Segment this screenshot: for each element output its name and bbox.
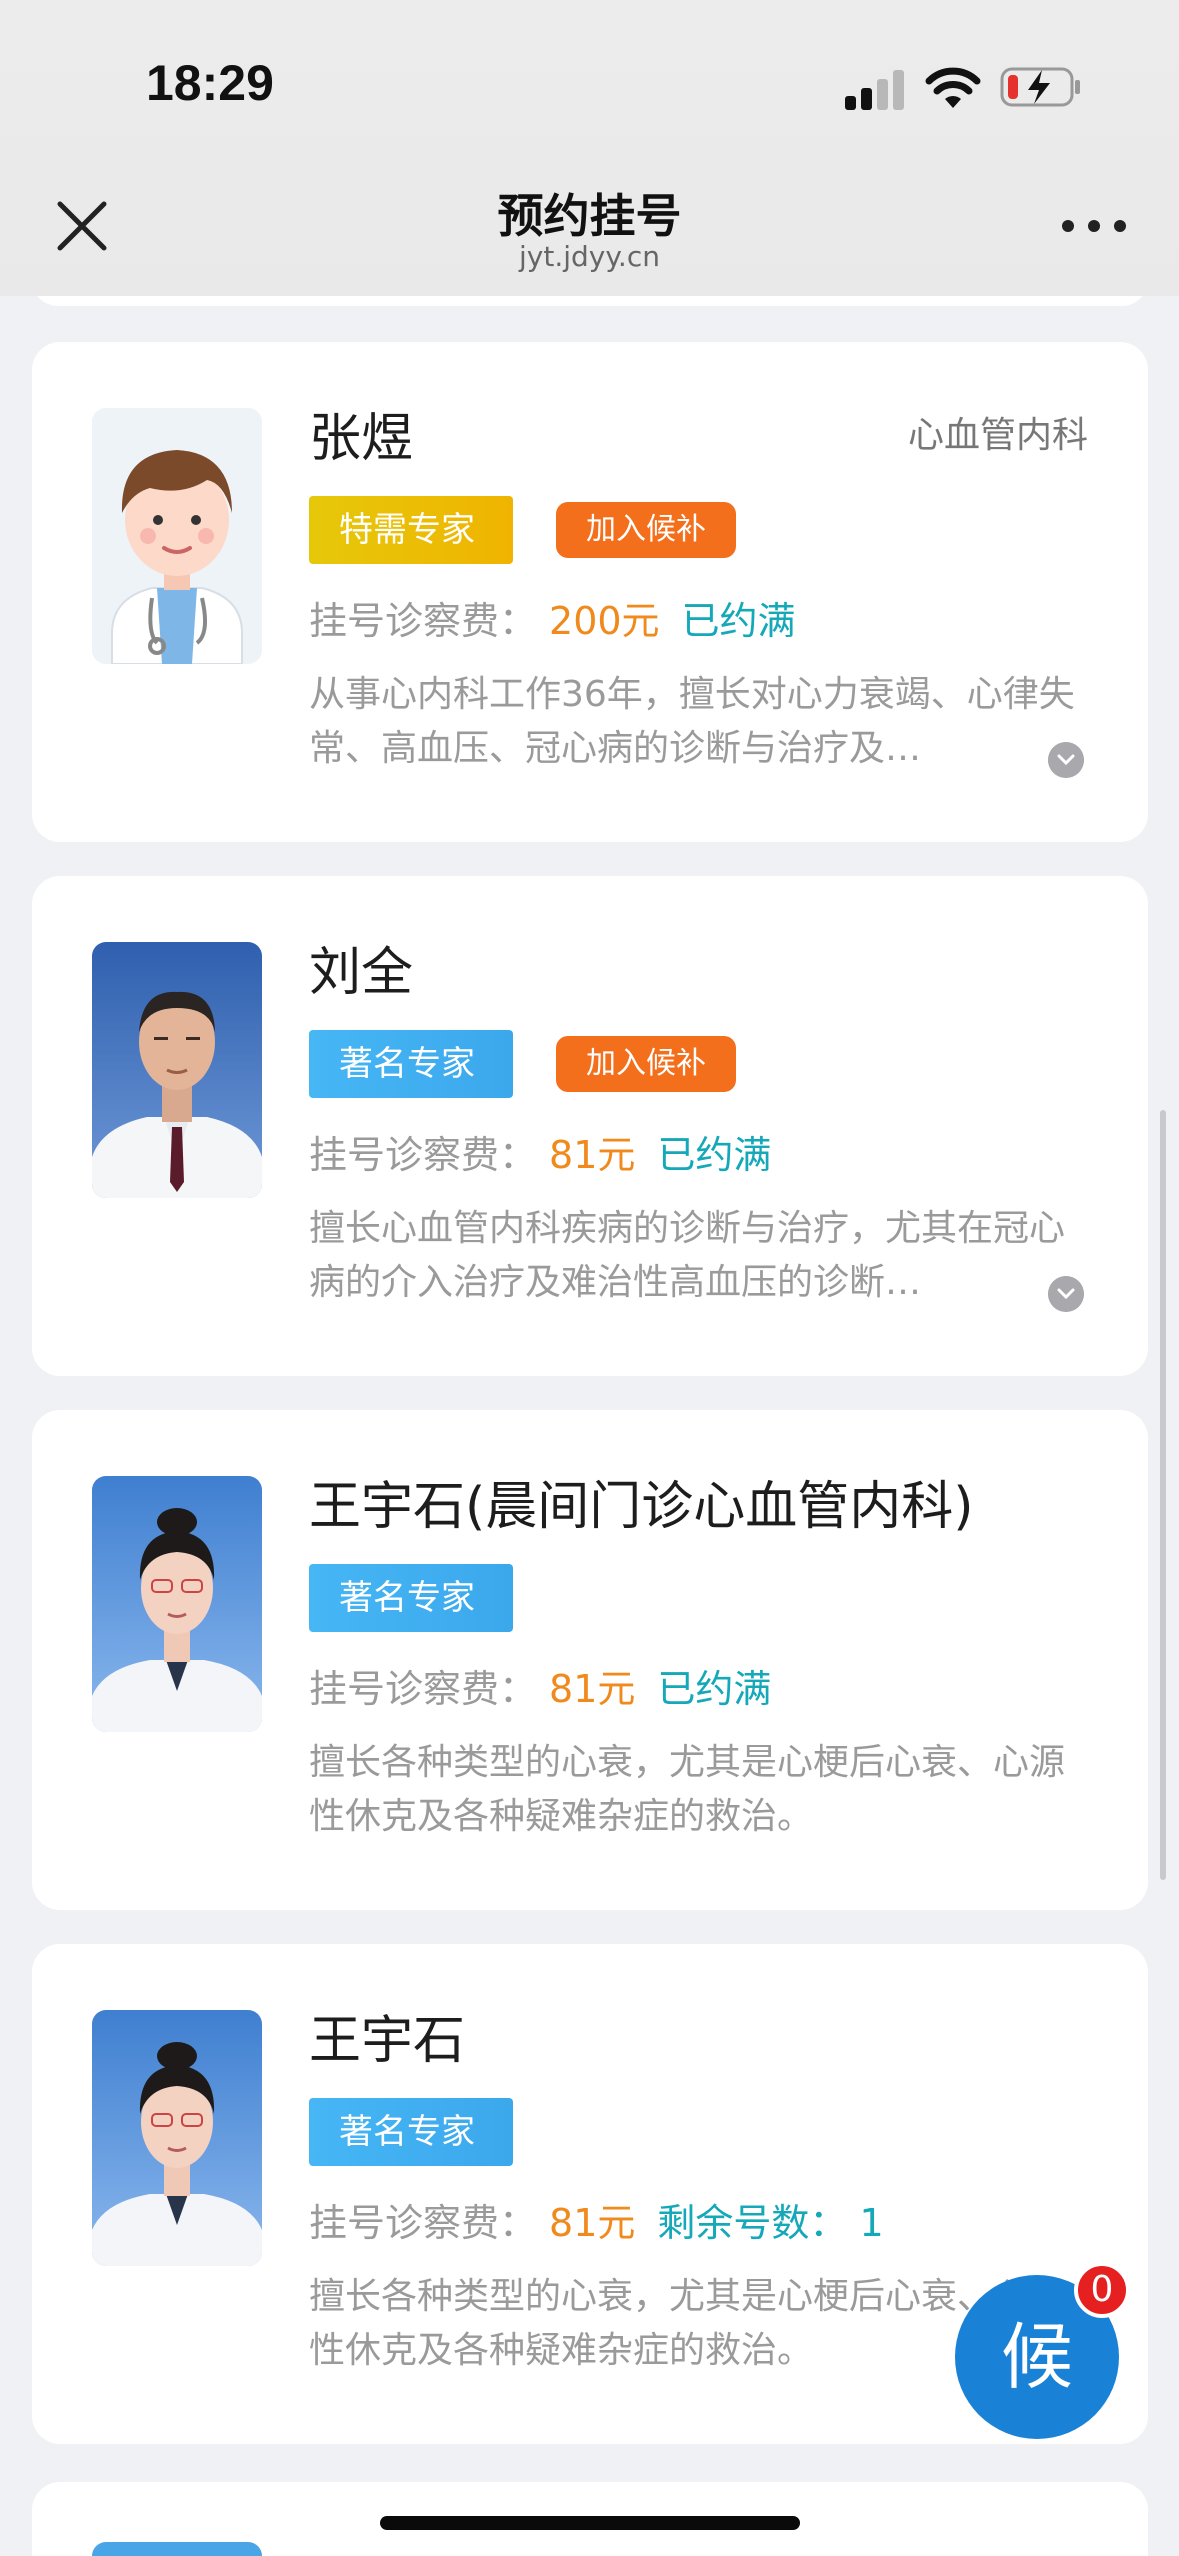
fee-value: 81元 (549, 1667, 636, 1711)
chevron-down-icon[interactable] (1048, 1276, 1084, 1312)
scrollbar[interactable] (1160, 1110, 1166, 1880)
doctor-card[interactable]: 张煜 心血管内科 特需专家 加入候补 挂号诊察费： 200元 已约满 从事心内科工作… (32, 342, 1148, 842)
doctor-photo (92, 2010, 262, 2266)
fee-label: 挂号诊察费： (309, 1133, 538, 1177)
status-time: 18:29 (146, 55, 274, 111)
doctor-card[interactable]: 刘全 著名专家 加入候补 挂号诊察费： 81元 已约满 擅长心血管内科疾病的诊断与治… (32, 876, 1148, 1376)
add-waitlist-button[interactable]: 加入候补 (556, 1036, 736, 1092)
doctor-department: 心血管内科 (907, 415, 1088, 456)
doctor-description: 擅长各种类型的心衰，尤其是心梗后心衰、心源性休克及各种疑难杂症的救治。 (309, 1742, 1066, 1837)
availability-status: 已约满 (657, 1133, 772, 1177)
doctor-name: 王宇石(晨间门诊心血管内科) (309, 1477, 974, 1537)
add-waitlist-button[interactable]: 加入候补 (556, 502, 736, 558)
remaining-count: 剩余号数： 1 (657, 2201, 884, 2245)
doctor-photo-partial (92, 2542, 262, 2556)
availability-status: 已约满 (657, 1667, 772, 1711)
doctor-photo (92, 942, 262, 1198)
fee-value: 81元 (549, 1133, 636, 1177)
doctor-description: 从事心内科工作36年，擅长对心力衰竭、心律失常、高血压、冠心病的诊断与治疗及… (309, 674, 1075, 769)
availability-status: 已约满 (681, 599, 796, 643)
title-badge: 著名专家 (309, 2098, 513, 2166)
doctor-description: 擅长心血管内科疾病的诊断与治疗，尤其在冠心病的介入治疗及难治性高血压的诊断… (309, 1208, 1066, 1303)
doctor-card[interactable]: 王宇石(晨间门诊心血管内科) 著名专家 挂号诊察费： 81元 已约满 擅长各种类型的… (32, 1410, 1148, 1910)
chevron-down-icon[interactable] (1048, 742, 1084, 778)
title-badge: 特需专家 (309, 496, 513, 564)
cellular-signal-icon (845, 70, 907, 110)
fee-value: 81元 (549, 2201, 636, 2245)
wifi-icon (925, 67, 981, 108)
waitlist-count-badge: 0 (1074, 2262, 1130, 2318)
more-icon[interactable] (1062, 220, 1128, 234)
doctor-photo (92, 1476, 262, 1732)
home-indicator[interactable] (380, 2516, 800, 2530)
fee-row: 挂号诊察费： 81元 已约满 (309, 1124, 771, 1184)
fee-label: 挂号诊察费： (309, 599, 538, 643)
fee-value: 200元 (549, 599, 660, 643)
page-domain: jyt.jdyy.cn (519, 240, 660, 273)
fee-row: 挂号诊察费： 200元 已约满 (309, 590, 796, 650)
doctor-name: 刘全 (309, 943, 414, 1003)
top-bar: 18:29 预约挂号 jyt.jdyy.cn (0, 0, 1179, 296)
fee-row: 挂号诊察费： 81元 剩余号数： 1 (309, 2192, 884, 2252)
fee-row: 挂号诊察费： 81元 已约满 (309, 1658, 771, 1718)
fee-label: 挂号诊察费： (309, 2201, 538, 2245)
doctor-name: 张煜 (309, 409, 414, 469)
page-title: 预约挂号 (497, 189, 682, 243)
battery-charging-icon (1000, 67, 1080, 107)
title-badge: 著名专家 (309, 1564, 513, 1632)
cartoon-doctor-icon (92, 408, 262, 664)
title-badge: 著名专家 (309, 1030, 513, 1098)
fee-label: 挂号诊察费： (309, 1667, 538, 1711)
doctor-name: 王宇石 (309, 2011, 466, 2071)
